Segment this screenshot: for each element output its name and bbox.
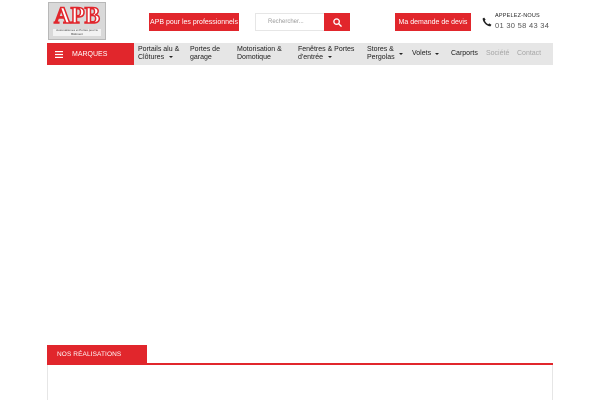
phone-icon [482, 17, 492, 27]
caret-down-icon [435, 53, 440, 55]
section-title-realisations: NOS RÉALISATIONS [47, 345, 147, 364]
nav-item-label: garage [190, 54, 212, 61]
page: APB Automatismes et Portes pour le Bâtim… [0, 0, 600, 400]
nav-item-societe[interactable]: Société [486, 43, 509, 65]
nav-item-label: Domotique [237, 54, 271, 61]
logo-text: APB [53, 3, 101, 29]
nav-item-label: d'entrée [298, 54, 324, 61]
caret-down-icon [328, 56, 333, 59]
realisations-panel [47, 365, 553, 400]
search-button[interactable] [324, 13, 350, 31]
nav-item-fenetres[interactable]: Fenêtres & Portes d'entrée [298, 43, 354, 65]
search-input[interactable]: Rechercher... [255, 13, 325, 31]
main-nav: MARQUES Portails alu & Clôtures Portes d… [47, 43, 553, 65]
nav-item-label: Portails alu & [138, 46, 180, 53]
nav-item-label: Contact [517, 50, 542, 57]
nav-marques-button[interactable]: MARQUES [47, 43, 134, 65]
caret-down-icon [169, 56, 174, 59]
nav-item-motorisation[interactable]: Motorisation & Domotique [237, 43, 282, 65]
nav-item-label: Stores & [367, 46, 394, 53]
professionals-button[interactable]: APB pour les professionnels [149, 13, 239, 31]
nav-item-label: Volets [412, 50, 432, 57]
nav-item-label: Fenêtres & Portes [298, 46, 355, 53]
hamburger-icon [55, 50, 63, 58]
nav-item-label: Portes de [190, 46, 220, 53]
nav-item-volets[interactable]: Volets [412, 43, 440, 65]
nav-item-label: Clôtures [138, 54, 165, 61]
nav-item-portails[interactable]: Portails alu & Clôtures [138, 43, 179, 65]
logo-tagline: Automatismes et Portes pour le Bâtiment [53, 28, 101, 36]
nav-item-contact[interactable]: Contact [517, 43, 541, 65]
quote-request-button[interactable]: Ma demande de devis [395, 13, 471, 31]
nav-marques-label: MARQUES [72, 50, 108, 58]
logo[interactable]: APB Automatismes et Portes pour le Bâtim… [48, 2, 106, 40]
nav-item-label: Société [486, 50, 510, 57]
nav-item-label: Carports [451, 50, 478, 57]
phone-label: APPELEZ-NOUS [495, 13, 540, 19]
phone-number[interactable]: 01 30 58 43 34 [495, 21, 549, 30]
nav-item-label: Motorisation & [237, 46, 282, 53]
nav-item-stores[interactable]: Stores & Pergolas [367, 43, 403, 65]
nav-item-portes-garage[interactable]: Portes de garage [190, 43, 220, 65]
caret-down-icon [398, 53, 403, 55]
nav-item-label: Pergolas [367, 54, 395, 61]
search-icon [332, 17, 342, 27]
nav-item-carports[interactable]: Carports [451, 43, 478, 65]
